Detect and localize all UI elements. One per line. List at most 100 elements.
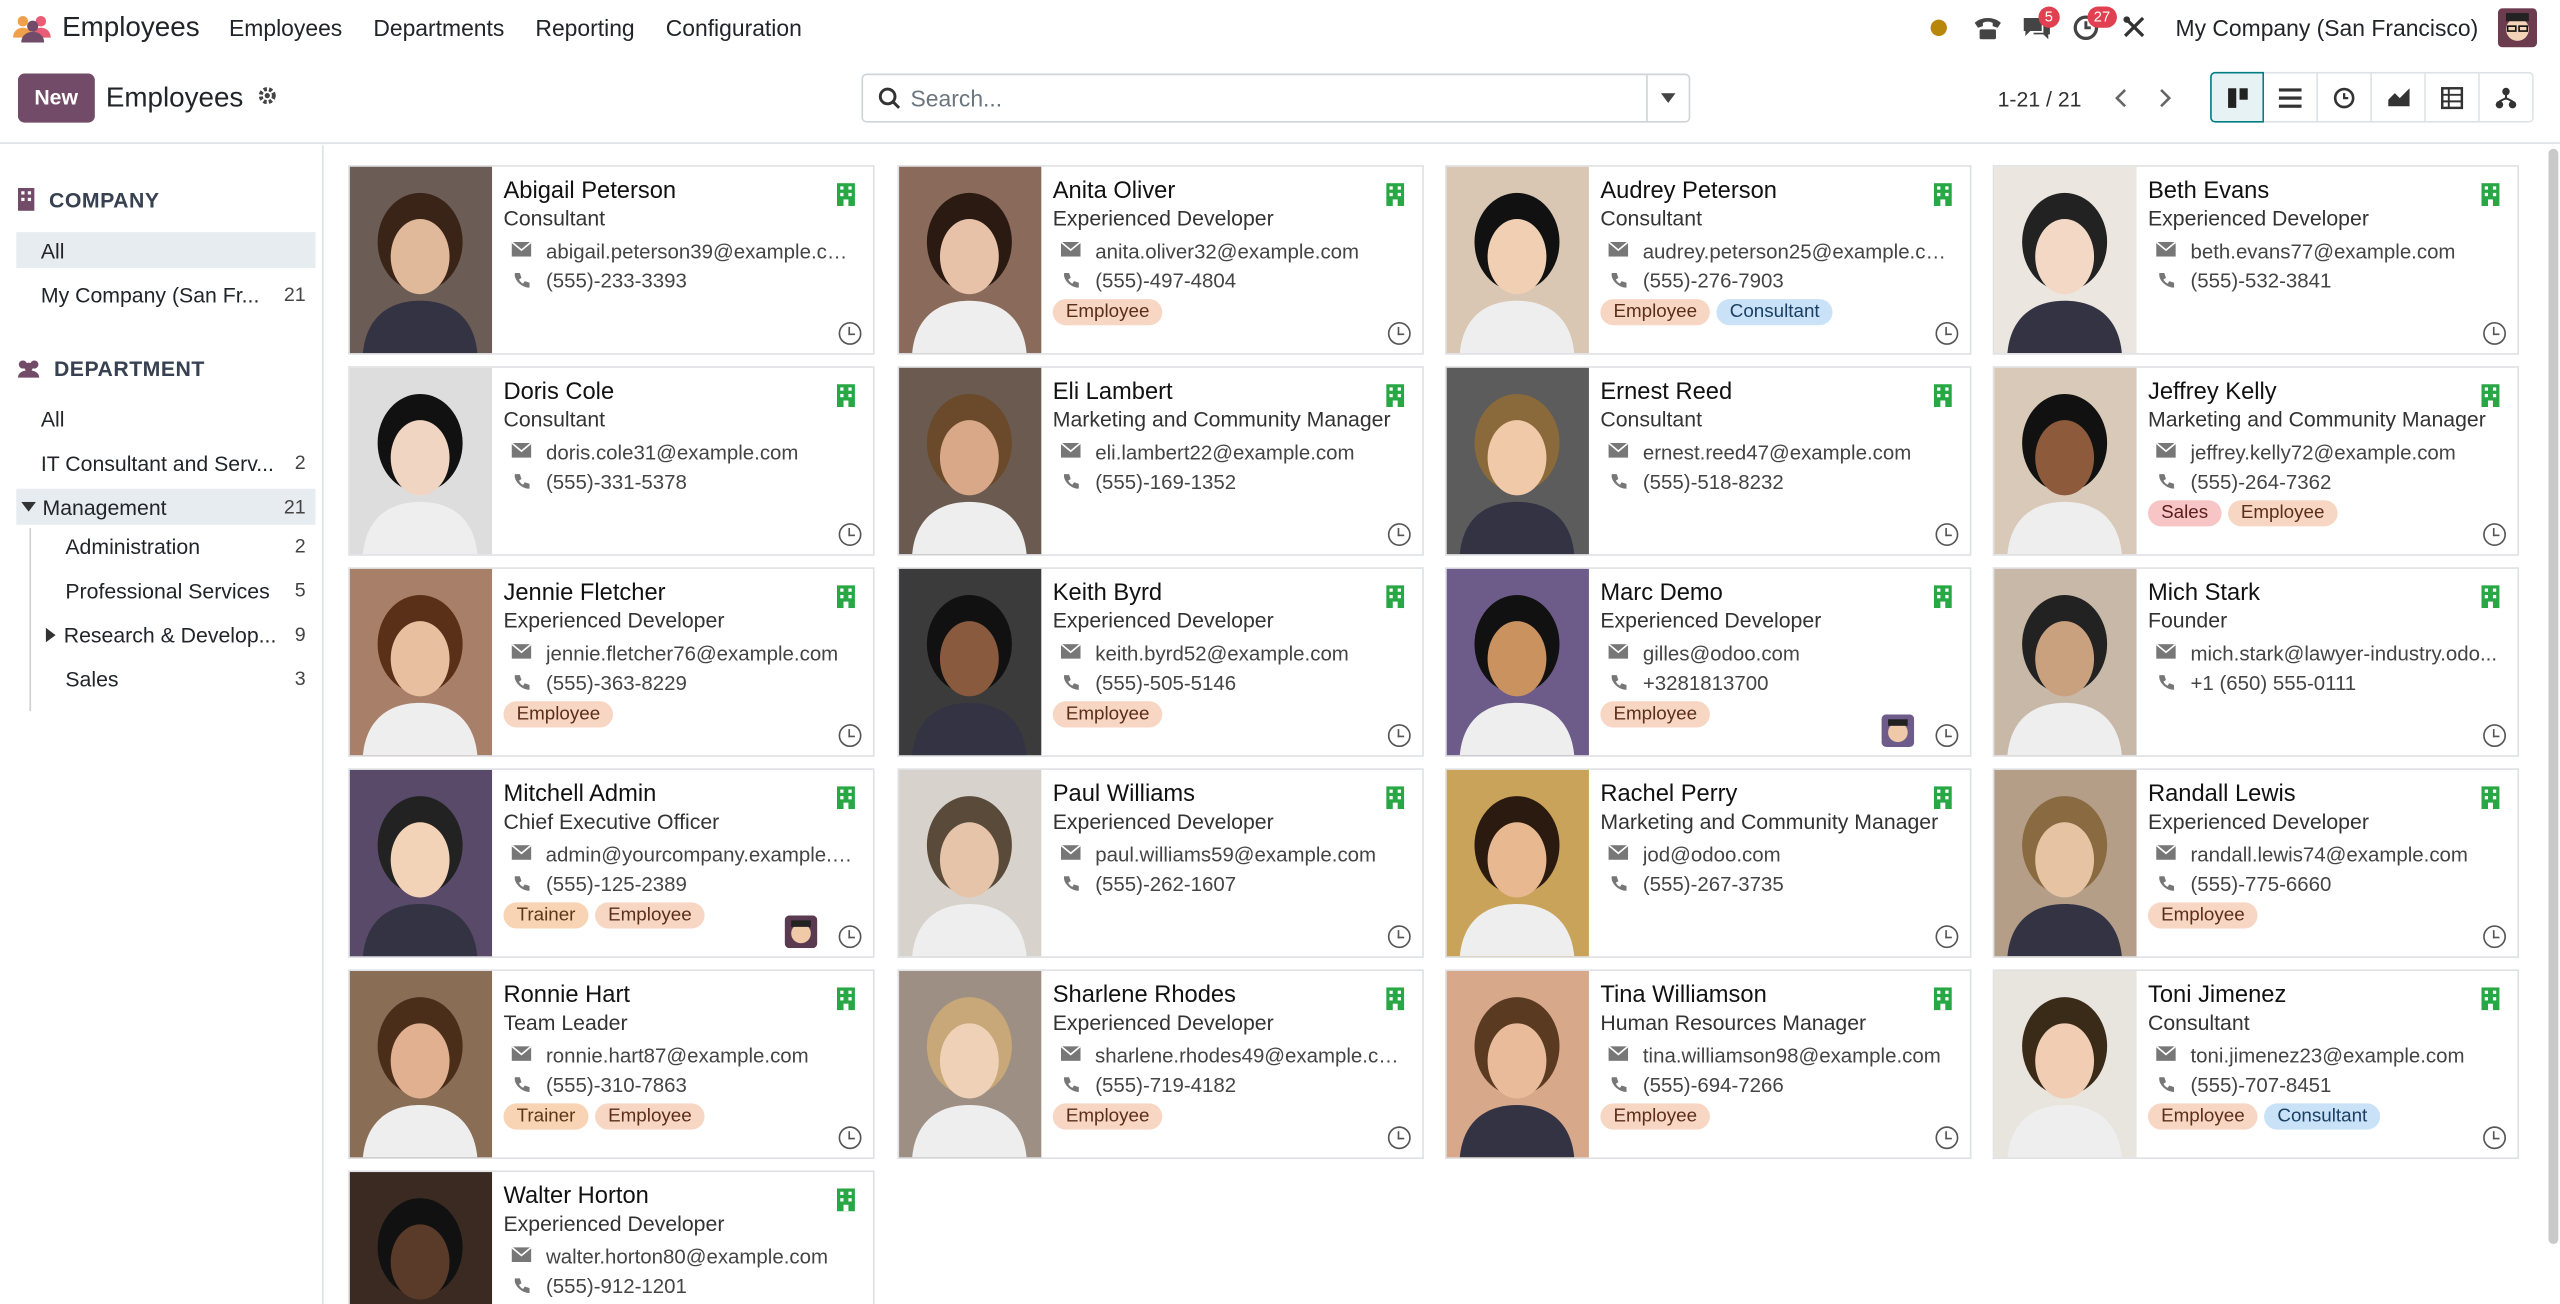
employee-name[interactable]: Keith Byrd bbox=[1053, 580, 1422, 606]
employee-name[interactable]: Mitchell Admin bbox=[503, 781, 872, 807]
employee-card[interactable]: Abigail Peterson Consultant abigail.peters… bbox=[348, 165, 875, 355]
employee-email[interactable]: keith.byrd52@example.com bbox=[1095, 642, 1349, 665]
department-filter-management[interactable]: Management 21 bbox=[16, 488, 316, 525]
employee-name[interactable]: Paul Williams bbox=[1053, 781, 1422, 807]
employee-phone[interactable]: (555)-264-7362 bbox=[2190, 471, 2331, 494]
menu-configuration[interactable]: Configuration bbox=[666, 14, 802, 40]
employee-email[interactable]: jeffrey.kelly72@example.com bbox=[2190, 441, 2455, 464]
employee-phone[interactable]: (555)-775-6660 bbox=[2190, 873, 2331, 896]
activity-clock-icon[interactable] bbox=[838, 1126, 862, 1150]
department-filter-all[interactable]: All bbox=[16, 401, 315, 437]
search-input[interactable] bbox=[900, 85, 1647, 112]
employee-card[interactable]: Paul Williams Experienced Developer paul.w… bbox=[897, 768, 1424, 958]
app-logo[interactable]: Employees bbox=[13, 11, 200, 44]
gear-icon[interactable] bbox=[256, 85, 277, 111]
employee-email[interactable]: paul.williams59@example.com bbox=[1095, 844, 1376, 867]
list-view-button[interactable] bbox=[2264, 71, 2319, 123]
employee-phone[interactable]: (555)-532-3841 bbox=[2190, 270, 2331, 293]
employee-phone[interactable]: (555)-719-4182 bbox=[1095, 1074, 1236, 1097]
employee-card[interactable]: Mitchell Admin Chief Executive Officer adm… bbox=[348, 768, 875, 958]
employee-email[interactable]: gilles@odoo.com bbox=[1643, 642, 1800, 665]
employee-phone[interactable]: (555)-912-1201 bbox=[546, 1275, 687, 1298]
employee-phone[interactable]: +1 (650) 555-0111 bbox=[2190, 672, 2356, 695]
employee-email[interactable]: abigail.peterson39@example.com bbox=[546, 240, 855, 263]
employee-name[interactable]: Jennie Fletcher bbox=[503, 580, 872, 606]
department-filter-professional-services[interactable]: Professional Services 5 bbox=[16, 572, 315, 608]
employee-phone[interactable]: (555)-169-1352 bbox=[1095, 471, 1236, 494]
new-button[interactable]: New bbox=[17, 73, 95, 123]
employee-email[interactable]: ronnie.hart87@example.com bbox=[546, 1045, 809, 1068]
employee-email[interactable]: toni.jimenez23@example.com bbox=[2190, 1045, 2464, 1068]
employee-card[interactable]: Tina Williamson Human Resources Manager ti… bbox=[1445, 969, 1972, 1160]
activity-clock-icon[interactable] bbox=[1935, 523, 1959, 546]
activity-clock-icon[interactable] bbox=[2483, 925, 2506, 949]
activity-view-button[interactable] bbox=[2318, 71, 2372, 123]
messages-icon[interactable]: 5 bbox=[2012, 0, 2061, 54]
employee-name[interactable]: Mich Stark bbox=[2148, 580, 2517, 606]
employee-name[interactable]: Audrey Peterson bbox=[1600, 178, 1969, 204]
caret-right-icon[interactable] bbox=[45, 626, 56, 642]
employee-email[interactable]: randall.lewis74@example.com bbox=[2190, 844, 2467, 867]
employee-name[interactable]: Randall Lewis bbox=[2148, 781, 2517, 807]
activity-clock-icon[interactable] bbox=[838, 724, 862, 748]
search-options-toggle[interactable] bbox=[1646, 75, 1689, 121]
employee-name[interactable]: Walter Horton bbox=[503, 1184, 872, 1210]
employee-card[interactable]: Jennie Fletcher Experienced Developer jenn… bbox=[348, 567, 875, 757]
activity-clock-icon[interactable] bbox=[2483, 322, 2506, 345]
hierarchy-view-button[interactable] bbox=[2479, 71, 2534, 123]
activity-clock-icon[interactable] bbox=[1387, 322, 1411, 345]
activity-clock-icon[interactable] bbox=[1935, 925, 1959, 949]
activity-clock-icon[interactable] bbox=[1387, 523, 1411, 546]
activity-clock-icon[interactable] bbox=[2483, 523, 2506, 546]
activity-clock-icon[interactable] bbox=[2483, 1126, 2506, 1150]
employee-phone[interactable]: (555)-707-8451 bbox=[2190, 1074, 2331, 1097]
employee-phone[interactable]: (555)-276-7903 bbox=[1643, 270, 1784, 293]
employee-name[interactable]: Beth Evans bbox=[2148, 178, 2517, 204]
scrollbar[interactable] bbox=[2548, 148, 2559, 1245]
employee-card[interactable]: Doris Cole Consultant doris.cole31@example… bbox=[348, 366, 875, 556]
company-filter-my-company[interactable]: My Company (San Fr... 21 bbox=[16, 276, 315, 312]
presence-status-icon[interactable] bbox=[1914, 0, 1963, 54]
department-filter-sales[interactable]: Sales 3 bbox=[16, 660, 315, 696]
company-filter-all[interactable]: All bbox=[16, 232, 316, 269]
employee-card[interactable]: Sharlene Rhodes Experienced Developer shar… bbox=[897, 969, 1424, 1160]
activity-clock-icon[interactable] bbox=[1387, 925, 1411, 949]
app-title[interactable]: Employees bbox=[62, 11, 199, 44]
employee-email[interactable]: doris.cole31@example.com bbox=[546, 441, 798, 464]
employee-email[interactable]: admin@yourcompany.example.c... bbox=[546, 844, 855, 867]
employee-phone[interactable]: (555)-518-8232 bbox=[1643, 471, 1784, 494]
employee-email[interactable]: anita.oliver32@example.com bbox=[1095, 240, 1359, 263]
employee-card[interactable]: Rachel Perry Marketing and Community Mana… bbox=[1445, 768, 1972, 958]
phone-icon[interactable] bbox=[1963, 0, 2012, 54]
activity-clock-icon[interactable] bbox=[1935, 724, 1959, 748]
employee-card[interactable]: Audrey Peterson Consultant audrey.peterson… bbox=[1445, 165, 1972, 355]
employee-card[interactable]: Eli Lambert Marketing and Community Manag… bbox=[897, 366, 1424, 556]
pivot-view-button[interactable] bbox=[2425, 71, 2480, 123]
activities-clock-icon[interactable]: 27 bbox=[2061, 0, 2117, 54]
caret-down-icon[interactable] bbox=[21, 501, 36, 512]
activity-clock-icon[interactable] bbox=[1387, 724, 1411, 748]
employee-card[interactable]: Ernest Reed Consultant ernest.reed47@examp… bbox=[1445, 366, 1972, 556]
department-filter-it-consultant[interactable]: IT Consultant and Serv... 2 bbox=[16, 445, 315, 481]
employee-card[interactable]: Anita Oliver Experienced Developer anita.o… bbox=[897, 165, 1424, 355]
employee-card[interactable]: Mich Stark Founder mich.stark@lawyer-indus… bbox=[1992, 567, 2520, 757]
employee-name[interactable]: Toni Jimenez bbox=[2148, 982, 2517, 1008]
employee-email[interactable]: audrey.peterson25@example.com bbox=[1643, 240, 1952, 263]
graph-view-button[interactable] bbox=[2371, 71, 2426, 123]
employee-card[interactable]: Toni Jimenez Consultant toni.jimenez23@exa… bbox=[1992, 969, 2520, 1160]
employee-card[interactable]: Randall Lewis Experienced Developer randal… bbox=[1992, 768, 2520, 958]
employee-name[interactable]: Ronnie Hart bbox=[503, 982, 872, 1008]
employee-phone[interactable]: (555)-262-1607 bbox=[1095, 873, 1236, 896]
employee-email[interactable]: sharlene.rhodes49@example.com bbox=[1095, 1045, 1404, 1068]
pager-prev-button[interactable] bbox=[2098, 75, 2144, 121]
employee-email[interactable]: tina.williamson98@example.com bbox=[1643, 1045, 1941, 1068]
employee-phone[interactable]: (555)-233-3393 bbox=[546, 270, 687, 293]
menu-reporting[interactable]: Reporting bbox=[535, 14, 634, 40]
employee-name[interactable]: Anita Oliver bbox=[1053, 178, 1422, 204]
employee-phone[interactable]: (555)-310-7863 bbox=[546, 1074, 687, 1097]
employee-name[interactable]: Rachel Perry bbox=[1600, 781, 1969, 807]
activity-clock-icon[interactable] bbox=[838, 322, 862, 345]
employee-name[interactable]: Eli Lambert bbox=[1053, 379, 1422, 405]
employee-card[interactable]: Ronnie Hart Team Leader ronnie.hart87@exam… bbox=[348, 969, 875, 1160]
employee-name[interactable]: Marc Demo bbox=[1600, 580, 1969, 606]
